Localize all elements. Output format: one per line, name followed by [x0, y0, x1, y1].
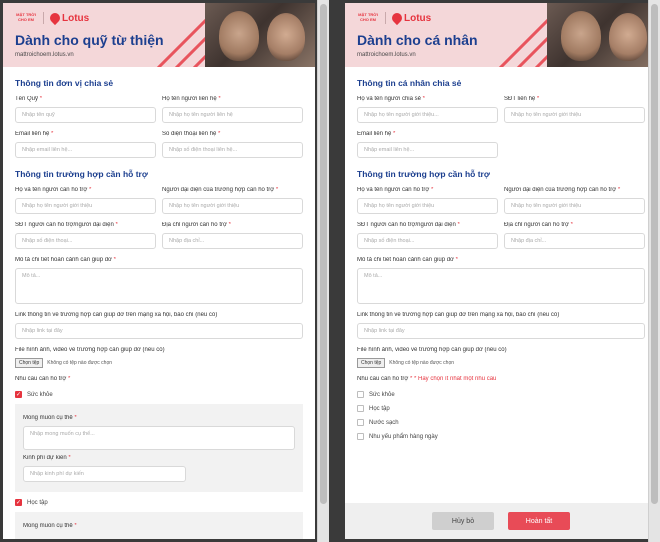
case-phone-input[interactable]: Nhập số điện thoại... — [15, 233, 156, 249]
contact-phone-input[interactable]: Nhập số điện thoại liên hệ... — [162, 142, 303, 158]
lotus-logo: Lotus — [47, 10, 89, 26]
link-input[interactable]: Nhập link tại đây — [357, 323, 645, 339]
individual-form-panel: MẶT TRỜI CHO EM Lotus Dành cho cá nhân m… — [345, 3, 657, 539]
choose-file-button[interactable]: Chọn tệp — [357, 358, 386, 368]
budget-input[interactable]: Nhập kinh phí dự kiến — [23, 466, 187, 482]
fund-name-input[interactable]: Nhập tên quỹ — [15, 107, 156, 123]
fund-name-label: Tên Quỹ * — [15, 96, 43, 102]
checkbox-icon[interactable] — [357, 419, 364, 426]
file-status: Không có tệp nào được chọn — [47, 360, 113, 366]
case-phone-input[interactable]: Nhập số điện thoại... — [357, 233, 498, 249]
choose-file-button[interactable]: Chọn tệp — [15, 358, 44, 368]
wish2-label: Mong muốn cụ thể * — [23, 523, 77, 529]
section-title-organization: Thông tin đơn vị chia sẻ — [15, 78, 114, 88]
form-footer: Hủy bỏ Hoàn tất — [345, 503, 657, 539]
site-url: mattroichoem.lotus.vn — [15, 52, 74, 58]
wish-input[interactable]: Nhập mong muốn cụ thể... — [23, 426, 295, 450]
right-scrollbar[interactable] — [648, 0, 660, 542]
need-option-health[interactable]: Sức khỏe — [357, 391, 645, 398]
representative-label: Người đại diện của trường hợp cần hỗ trợ… — [504, 187, 621, 193]
checkbox-icon[interactable] — [357, 391, 364, 398]
mtce-logo: MẶT TRỜI CHO EM — [16, 12, 36, 22]
need-health-option[interactable]: ✓ Sức khỏe — [15, 391, 303, 398]
file-status: Không có tệp nào được chọn — [389, 360, 455, 366]
section-title-case: Thông tin trường hợp cần hỗ trợ — [357, 169, 490, 179]
left-scrollbar[interactable] — [317, 0, 329, 542]
mtce-logo: MẶT TRỜI CHO EM — [358, 12, 378, 22]
sharer-email-input[interactable]: Nhập email liên hệ... — [357, 142, 498, 158]
case-address-label: Địa chỉ người cần hỗ trợ * — [162, 222, 231, 228]
section-title-case: Thông tin trường hợp cần hỗ trợ — [15, 169, 148, 179]
check-icon[interactable]: ✓ — [15, 499, 22, 506]
sharer-phone-input[interactable]: Nhập họ tên người giới thiệu — [504, 107, 645, 123]
cancel-button[interactable]: Hủy bỏ — [432, 512, 494, 530]
file-label: File hình ảnh, video về trường hợp cần g… — [357, 347, 507, 353]
page-title: Dành cho quỹ từ thiện — [15, 32, 164, 48]
section-title-personal: Thông tin cá nhân chia sẻ — [357, 78, 462, 88]
description-textarea[interactable]: Mô tả... — [357, 268, 645, 304]
submit-button[interactable]: Hoàn tất — [508, 512, 570, 530]
sharer-name-label: Họ và tên người chia sẻ * — [357, 96, 425, 102]
logo-divider — [385, 12, 386, 24]
logo-group: MẶT TRỜI CHO EM Lotus — [357, 10, 431, 26]
file-label: File hình ảnh, video về trường hợp cần g… — [15, 347, 165, 353]
need-option-study[interactable]: Học tập — [357, 405, 645, 412]
case-address-input[interactable]: Nhập địa chỉ... — [162, 233, 303, 249]
contact-email-input[interactable]: Nhập email liên hệ... — [15, 142, 156, 158]
sharer-name-input[interactable]: Nhập họ tên người giới thiệu... — [357, 107, 498, 123]
needs-label: Nhu cầu cần hỗ trợ * — [15, 376, 71, 382]
page-title: Dành cho cá nhân — [357, 32, 478, 48]
site-url: mattroichoem.lotus.vn — [357, 52, 416, 58]
representative-label: Người đại diện của trường hợp cần hỗ trợ… — [162, 187, 279, 193]
hero-banner: MẶT TRỜI CHO EM Lotus Dành cho quỹ từ th… — [3, 3, 315, 67]
need-option-essentials[interactable]: Nhu yếu phẩm hàng ngày — [357, 433, 645, 440]
representative-input[interactable]: Nhập họ tên người giới thiệu — [504, 198, 645, 214]
need-study-option[interactable]: ✓ Học tập — [15, 499, 303, 506]
study-detail-box: Mong muốn cụ thể * — [15, 512, 303, 539]
health-detail-box: Mong muốn cụ thể * Nhập mong muốn cụ thể… — [15, 404, 303, 492]
contact-email-label: Email liên hệ * — [15, 131, 54, 137]
link-label: Link thông tin về trường hợp cần giúp đỡ… — [357, 312, 560, 318]
case-phone-label: SĐT người cần hỗ trợ/người đại diện * — [357, 222, 460, 228]
person-name-label: Họ và tên người cần hỗ trợ * — [357, 187, 434, 193]
lotus-icon — [47, 10, 63, 26]
budget-label: Kinh phí dự kiến * — [23, 455, 71, 461]
description-label: Mô tả chi tiết hoàn cảnh cần giúp đỡ * — [15, 257, 117, 263]
contact-name-input[interactable]: Nhập họ tên người liên hệ — [162, 107, 303, 123]
needs-hint: * Hãy chọn ít nhất một nhu cầu — [413, 376, 497, 382]
contact-phone-label: Số điện thoại liên hệ * — [162, 131, 221, 137]
logo-divider — [43, 12, 44, 24]
sharer-phone-label: SĐT liên hệ * — [504, 96, 540, 102]
person-name-input[interactable]: Nhập họ tên người giới thiệu — [15, 198, 156, 214]
logo-group: MẶT TRỜI CHO EM Lotus — [15, 10, 89, 26]
case-phone-label: SĐT người cần hỗ trợ/người đại diện * — [15, 222, 118, 228]
need-option-water[interactable]: Nước sạch — [357, 419, 645, 426]
lotus-logo: Lotus — [389, 10, 431, 26]
checkbox-icon[interactable] — [357, 433, 364, 440]
check-icon[interactable]: ✓ — [15, 391, 22, 398]
link-input[interactable]: Nhập link tại đây — [15, 323, 303, 339]
fund-form-panel: MẶT TRỜI CHO EM Lotus Dành cho quỹ từ th… — [3, 3, 315, 539]
children-photo — [205, 3, 315, 67]
lotus-icon — [389, 10, 405, 26]
case-address-label: Địa chỉ người cần hỗ trợ * — [504, 222, 573, 228]
representative-input[interactable]: Nhập họ tên người giới thiệu — [162, 198, 303, 214]
wish-label: Mong muốn cụ thể * — [23, 415, 77, 421]
description-textarea[interactable]: Mô tả... — [15, 268, 303, 304]
person-name-label: Họ và tên người cần hỗ trợ * — [15, 187, 92, 193]
case-address-input[interactable]: Nhập địa chỉ... — [504, 233, 645, 249]
person-name-input[interactable]: Nhập họ tên người giới thiệu — [357, 198, 498, 214]
checkbox-icon[interactable] — [357, 405, 364, 412]
children-photo — [547, 3, 657, 67]
contact-name-label: Họ tên người liên hệ * — [162, 96, 221, 102]
hero-banner: MẶT TRỜI CHO EM Lotus Dành cho cá nhân m… — [345, 3, 657, 67]
sharer-email-label: Email liên hệ * — [357, 131, 396, 137]
needs-label: Nhu cầu cần hỗ trợ * * Hãy chọn ít nhất … — [357, 376, 497, 382]
link-label: Link thông tin về trường hợp cần giúp đỡ… — [15, 312, 218, 318]
description-label: Mô tả chi tiết hoàn cảnh cần giúp đỡ * — [357, 257, 459, 263]
